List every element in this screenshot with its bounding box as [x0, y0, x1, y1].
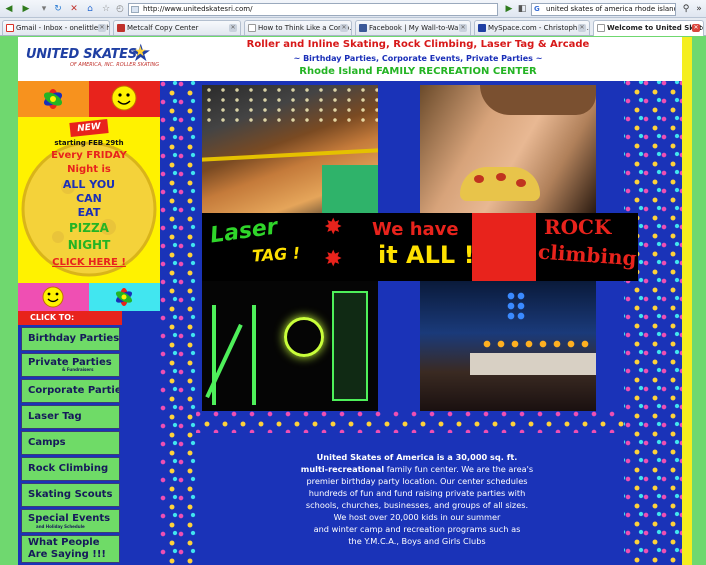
left-sidebar: NEW starting FEB 29th Every FRIDAY Night…: [18, 81, 160, 565]
smiley-icon: [111, 85, 137, 111]
corner-tile-red: [89, 81, 160, 117]
promo-line: starting FEB 29th: [54, 139, 124, 147]
promo-line: NIGHT: [67, 238, 111, 252]
stop-icon[interactable]: ✕: [68, 3, 80, 15]
corner-tile-pink: [18, 283, 89, 311]
starburst-icon: ✸: [324, 215, 343, 240]
tab-gmail[interactable]: Gmail - Inbox - onelittlefish... ✕: [2, 20, 110, 35]
search-input[interactable]: G united skates of america rhode island: [531, 3, 676, 16]
pinwheel-icon: [115, 288, 133, 306]
forward-arrow-icon[interactable]: ▶: [20, 3, 32, 15]
promo-click-here-link[interactable]: CLICK HERE !: [18, 257, 160, 268]
tab-metcalf[interactable]: Metcalf Copy Center ✕: [113, 20, 241, 35]
promo-line: CAN: [76, 192, 102, 205]
gmail-icon: [6, 24, 14, 32]
banner-it-all-text: it ALL !: [378, 241, 475, 269]
banner-rock-text: ROCK: [544, 215, 612, 239]
corner-tile-orange: [18, 81, 89, 117]
pinwheel-icon: [43, 89, 63, 109]
close-icon[interactable]: ✕: [459, 24, 467, 32]
menu-chevron-icon[interactable]: »: [693, 3, 705, 15]
corner-tile-cyan: [89, 283, 160, 311]
metcalf-icon: [117, 24, 125, 32]
activities-banner: Laser TAG ! ✸ ✸ We have it ALL ! ROCK cl…: [202, 213, 638, 281]
url-bar[interactable]: http://www.unitedskatesri.com/: [128, 3, 498, 16]
flower-pattern: [160, 81, 196, 565]
page-favicon: [131, 6, 139, 13]
menu-heading: CLICK TO:: [18, 311, 122, 325]
promo-line: ALL YOU: [62, 178, 116, 191]
smiley-icon: [42, 286, 64, 308]
myspace-icon: [478, 24, 486, 32]
promo-line: Every FRIDAY: [51, 150, 127, 161]
reload-icon[interactable]: ↻: [52, 3, 64, 15]
banner-laser-text: Laser: [208, 214, 280, 249]
laser-tag-photo: [202, 281, 378, 411]
menu-private-parties[interactable]: Private Parties & Fundraisers: [21, 353, 120, 377]
banner-red-block: [472, 213, 536, 281]
go-arrow-icon[interactable]: ▶: [503, 3, 515, 15]
tab-bar: Gmail - Inbox - onelittlefish... ✕ Metca…: [0, 18, 706, 36]
tab-united-skates[interactable]: Welcome to United Skate... ✕: [593, 20, 704, 36]
menu-camps[interactable]: Camps: [21, 431, 120, 455]
dropdown-icon[interactable]: ▾: [38, 3, 50, 15]
about-paragraph: United Skates of America is a 30,000 sq.…: [300, 452, 534, 546]
menu-testimonials[interactable]: What People Are Saying !!!: [21, 535, 120, 563]
boy-eating-pizza-photo: [420, 85, 596, 213]
close-icon[interactable]: ✕: [692, 24, 700, 32]
promo-line: Night is: [67, 164, 111, 175]
banner-we-have-text: We have: [372, 219, 459, 240]
tab-think-like[interactable]: How to Think Like a Comp... ✕: [244, 20, 352, 35]
menu-corporate-parties[interactable]: Corporate Parties: [21, 379, 120, 403]
pizza-night-promo[interactable]: NEW starting FEB 29th Every FRIDAY Night…: [18, 117, 160, 283]
close-icon[interactable]: ✕: [98, 24, 106, 32]
search-engine-icon[interactable]: ◧: [516, 3, 528, 15]
page-icon: [597, 24, 605, 32]
url-text: http://www.unitedskatesri.com/: [143, 5, 253, 13]
web-page: UNITED SKATES OF AMERICA, INC. ROLLER SK…: [18, 37, 682, 565]
flower-pattern: [624, 81, 682, 565]
arcade-photo: [420, 281, 596, 411]
back-arrow-icon[interactable]: ◀: [3, 3, 15, 15]
flower-pattern: [196, 411, 624, 433]
history-icon[interactable]: ◴: [114, 3, 126, 15]
banner-tag-text: TAG !: [251, 243, 301, 266]
close-icon[interactable]: ✕: [578, 24, 586, 32]
tab-facebook[interactable]: Facebook | My Wall-to-Wal... ✕: [355, 20, 471, 35]
tagline-parties: ~ Birthday Parties, Corporate Events, Pr…: [293, 54, 543, 63]
close-icon[interactable]: ✕: [340, 24, 348, 32]
page-icon: [248, 24, 256, 32]
search-text: united skates of america rhode island: [546, 5, 676, 13]
promo-line: PIZZA: [69, 221, 109, 235]
search-go-icon[interactable]: ⚲: [680, 3, 692, 15]
logo-wordmark: UNITED SKATES: [26, 47, 137, 62]
tagline-activities: Roller and Inline Skating, Rock Climbing…: [246, 39, 590, 50]
site-logo[interactable]: UNITED SKATES OF AMERICA, INC. ROLLER SK…: [26, 41, 161, 73]
facebook-icon: [359, 24, 367, 32]
google-icon: G: [534, 5, 540, 13]
page-background-stripe: [692, 37, 706, 565]
menu-laser-tag[interactable]: Laser Tag: [21, 405, 120, 429]
main-content: Laser TAG ! ✸ ✸ We have it ALL ! ROCK cl…: [160, 81, 682, 565]
browser-toolbar: ◀ ▶ ▾ ↻ ✕ ⌂ ☆ ◴ http://www.unitedskatesr…: [0, 0, 706, 18]
side-menu: CLICK TO: Birthday Parties Private Parti…: [18, 311, 122, 565]
close-icon[interactable]: ✕: [229, 24, 237, 32]
menu-skating-scouts[interactable]: Skating Scouts: [21, 483, 120, 507]
menu-rock-climbing[interactable]: Rock Climbing: [21, 457, 120, 481]
page-edge-stripe: [682, 37, 692, 565]
bookmark-icon[interactable]: ☆: [100, 3, 112, 15]
menu-special-events[interactable]: Special Events and Holiday Schedule: [21, 509, 120, 533]
promo-line: EAT: [77, 206, 101, 219]
site-header: UNITED SKATES OF AMERICA, INC. ROLLER SK…: [18, 37, 682, 81]
banner-climbing-text: climbing: [537, 239, 638, 271]
menu-birthday-parties[interactable]: Birthday Parties: [21, 327, 120, 351]
tab-myspace[interactable]: MySpace.com - Christoph -... ✕: [474, 20, 590, 35]
starburst-icon: ✸: [324, 247, 343, 272]
home-icon[interactable]: ⌂: [84, 3, 96, 15]
tagline-location: Rhode Island FAMILY RECREATION CENTER: [299, 66, 537, 77]
skating-rink-photo: [202, 85, 378, 213]
star-icon: ★: [134, 44, 147, 60]
